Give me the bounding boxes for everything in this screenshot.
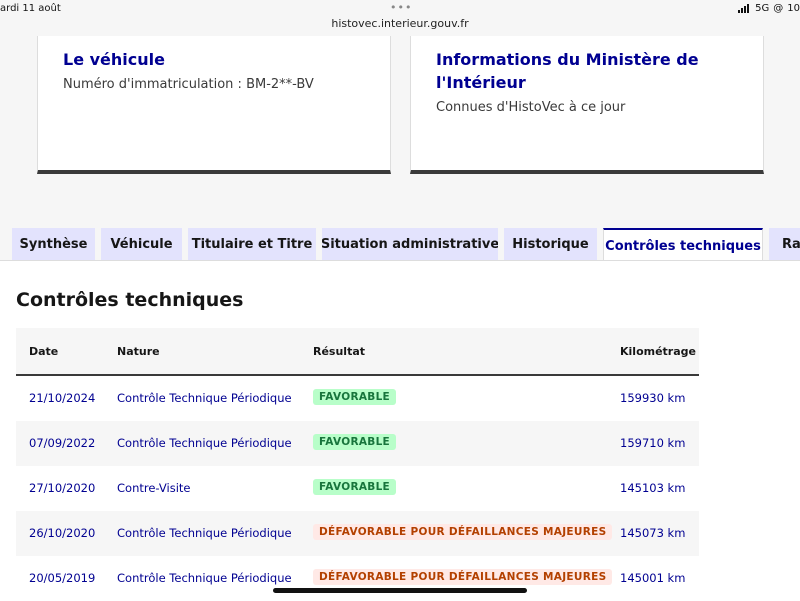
tab-historique[interactable]: Historique (504, 228, 597, 260)
row-nature: Contrôle Technique Périodique (117, 571, 292, 585)
row-date: 26/10/2020 (29, 526, 96, 540)
row-nature: Contrôle Technique Périodique (117, 436, 292, 450)
result-badge: FAVORABLE (313, 389, 397, 405)
tab-rapport-partial[interactable]: Ra (769, 228, 800, 260)
alarm-icon: @ (773, 3, 784, 14)
more-dots-icon[interactable]: ••• (390, 1, 412, 14)
network-label: 5G (755, 3, 770, 14)
result-badge: FAVORABLE (313, 479, 397, 495)
tab-controles-techniques[interactable]: Contrôles techniques (603, 228, 763, 262)
result-badge: DÉFAVORABLE POUR DÉFAILLANCES MAJEURES (313, 524, 613, 540)
result-badge: FAVORABLE (313, 434, 397, 450)
row-km: 145073 km (620, 526, 686, 540)
row-nature: Contrôle Technique Périodique (117, 391, 292, 405)
row-date: 21/10/2024 (29, 391, 96, 405)
status-date: ardi 11 août (0, 3, 61, 14)
row-km: 145001 km (620, 571, 686, 585)
battery-level: 10 (787, 3, 800, 14)
section-title: Contrôles techniques (16, 289, 244, 311)
table-row: 21/10/2024 Contrôle Technique Périodique… (16, 376, 699, 421)
column-header-result: Résultat (313, 345, 366, 358)
result-badge: DÉFAVORABLE POUR DÉFAILLANCES MAJEURES (313, 569, 613, 585)
row-km: 159710 km (620, 436, 686, 450)
row-nature: Contrôle Technique Périodique (117, 526, 292, 540)
row-km: 159930 km (620, 391, 686, 405)
table-row: 26/10/2020 Contrôle Technique Périodique… (16, 511, 699, 556)
tab-bar: Synthèse Véhicule Titulaire et Titre Sit… (0, 228, 800, 264)
page-content: Le véhicule Numéro d'immatriculation : B… (0, 36, 800, 601)
tab-situation-administrative[interactable]: Situation administrative (322, 228, 498, 260)
vehicle-card-title: Le véhicule (63, 50, 165, 69)
status-bar: ardi 11 août ••• histovec.interieur.gouv… (0, 0, 800, 36)
row-date: 20/05/2019 (29, 571, 96, 585)
table-row: 27/10/2020 Contre-Visite FAVORABLE 14510… (16, 466, 699, 511)
tab-panel: Contrôles techniques Date Nature Résulta… (0, 260, 800, 601)
signal-icon (738, 4, 750, 13)
table-row: 07/09/2022 Contrôle Technique Périodique… (16, 421, 699, 466)
ministry-card: Informations du Ministère de l'Intérieur… (410, 36, 764, 174)
ministry-card-text: Connues d'HistoVec à ce jour (436, 100, 626, 115)
column-header-nature: Nature (117, 345, 160, 358)
registration-number: Numéro d'immatriculation : BM-2**-BV (63, 77, 314, 92)
row-nature: Contre-Visite (117, 481, 191, 495)
tab-synthese[interactable]: Synthèse (12, 228, 95, 260)
tab-vehicule[interactable]: Véhicule (101, 228, 182, 260)
status-indicators: 5G @ 10 (738, 3, 800, 14)
home-indicator[interactable] (273, 588, 527, 593)
row-date: 27/10/2020 (29, 481, 96, 495)
vehicle-card: Le véhicule Numéro d'immatriculation : B… (37, 36, 391, 174)
column-header-date: Date (29, 345, 59, 358)
address-bar-url[interactable]: histovec.interieur.gouv.fr (0, 17, 800, 30)
column-header-km: Kilométrage (620, 345, 696, 358)
table-header: Date Nature Résultat Kilométrage (16, 328, 699, 376)
inspections-table: Date Nature Résultat Kilométrage 21/10/2… (16, 328, 699, 601)
ministry-card-title: Informations du Ministère de l'Intérieur (436, 50, 699, 92)
row-km: 145103 km (620, 481, 686, 495)
tab-titulaire-et-titre[interactable]: Titulaire et Titre (188, 228, 316, 260)
row-date: 07/09/2022 (29, 436, 96, 450)
table-row: 20/05/2019 Contrôle Technique Périodique… (16, 556, 699, 601)
